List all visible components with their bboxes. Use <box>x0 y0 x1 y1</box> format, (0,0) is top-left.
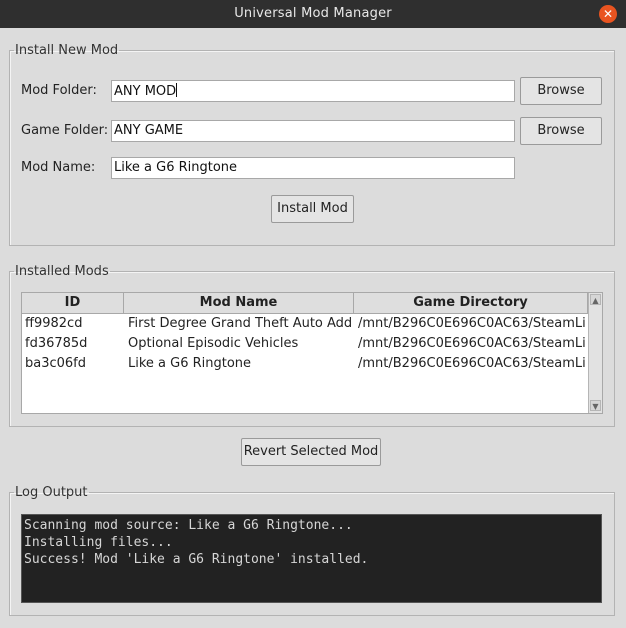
browse-game-folder-button[interactable]: Browse <box>520 117 602 145</box>
row-mod-name: First Degree Grand Theft Auto Addon <box>128 316 352 331</box>
column-header-id[interactable]: ID <box>22 293 124 313</box>
game-folder-label: Game Folder: <box>21 123 109 138</box>
text-cursor <box>176 83 178 97</box>
mod-name-field[interactable]: Like a G6 Ringtone <box>111 157 515 179</box>
mod-folder-field[interactable]: ANY MOD <box>111 80 515 102</box>
installed-group-legend: Installed Mods <box>15 264 109 279</box>
row-game-directory: /mnt/B296C0E696C0AC63/SteamLib <box>358 356 585 371</box>
mod-name-label: Mod Name: <box>21 160 96 175</box>
row-mod-name: Optional Episodic Vehicles <box>128 336 299 351</box>
table-header: ID Mod Name Game Directory <box>22 293 588 314</box>
log-group-legend: Log Output <box>15 485 88 500</box>
table-row[interactable]: ff9982cd First Degree Grand Theft Auto A… <box>22 314 588 334</box>
row-id: ba3c06fd <box>25 356 87 371</box>
log-line: Scanning mod source: Like a G6 Ringtone.… <box>24 518 353 533</box>
row-game-directory: /mnt/B296C0E696C0AC63/SteamLib <box>358 316 585 331</box>
title-bar: Universal Mod Manager ✕ <box>0 0 626 28</box>
row-id: fd36785d <box>25 336 88 351</box>
table-scrollbar[interactable]: ▲ ▼ <box>588 293 602 413</box>
window-title: Universal Mod Manager <box>234 6 392 21</box>
column-header-mod-name[interactable]: Mod Name <box>124 293 354 313</box>
game-folder-field[interactable]: ANY GAME <box>111 120 515 142</box>
scroll-down-icon[interactable]: ▼ <box>590 400 601 411</box>
column-header-game-directory[interactable]: Game Directory <box>354 293 588 313</box>
mod-folder-label: Mod Folder: <box>21 83 97 98</box>
log-output-text[interactable]: Scanning mod source: Like a G6 Ringtone.… <box>21 514 602 603</box>
scroll-up-icon[interactable]: ▲ <box>590 294 601 305</box>
installed-mods-table[interactable]: ID Mod Name Game Directory ff9982cd Firs… <box>21 292 603 414</box>
log-line: Installing files... <box>24 535 173 550</box>
install-group-legend: Install New Mod <box>15 43 119 58</box>
revert-selected-mod-button[interactable]: Revert Selected Mod <box>241 438 381 466</box>
browse-mod-folder-button[interactable]: Browse <box>520 77 602 105</box>
row-mod-name: Like a G6 Ringtone <box>128 356 252 371</box>
table-row[interactable]: fd36785d Optional Episodic Vehicles /mnt… <box>22 334 588 354</box>
row-game-directory: /mnt/B296C0E696C0AC63/SteamLib <box>358 336 585 351</box>
table-row[interactable]: ba3c06fd Like a G6 Ringtone /mnt/B296C0E… <box>22 354 588 374</box>
close-icon[interactable]: ✕ <box>599 5 617 23</box>
log-line: Success! Mod 'Like a G6 Ringtone' instal… <box>24 552 369 567</box>
mod-name-value: Like a G6 Ringtone <box>114 160 238 175</box>
install-mod-button[interactable]: Install Mod <box>271 195 354 223</box>
row-id: ff9982cd <box>25 316 83 331</box>
game-folder-value: ANY GAME <box>114 123 184 138</box>
mod-folder-value: ANY MOD <box>114 84 177 99</box>
